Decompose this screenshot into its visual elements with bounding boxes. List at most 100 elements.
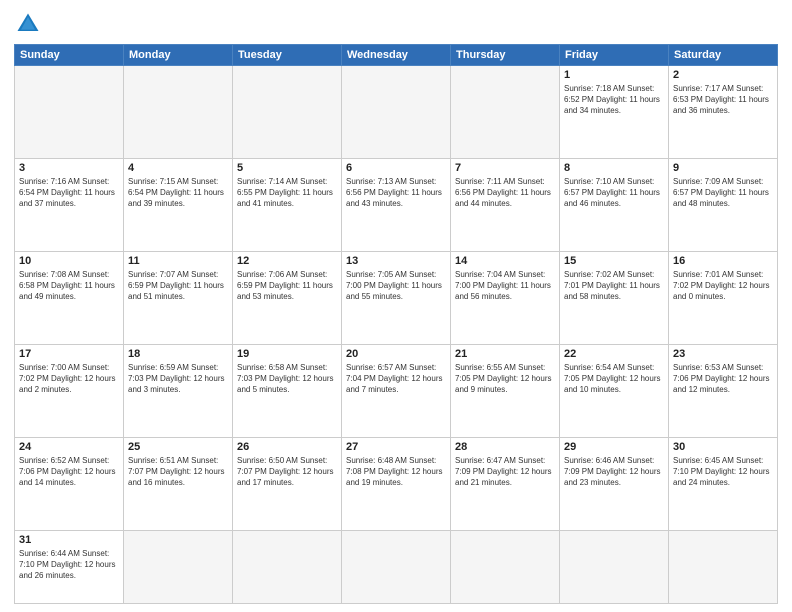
day-info: Sunrise: 6:50 AM Sunset: 7:07 PM Dayligh… — [237, 455, 337, 489]
day-info: Sunrise: 7:09 AM Sunset: 6:57 PM Dayligh… — [673, 176, 773, 210]
day-number: 6 — [346, 162, 446, 174]
day-number: 13 — [346, 255, 446, 267]
day-number: 4 — [128, 162, 228, 174]
calendar-cell: 21 Sunrise: 6:55 AM Sunset: 7:05 PM Dayli… — [451, 344, 560, 437]
weekday-header: Thursday — [451, 45, 560, 66]
day-info: Sunrise: 7:06 AM Sunset: 6:59 PM Dayligh… — [237, 269, 337, 303]
top-section — [14, 10, 778, 38]
calendar-cell: 2Sunrise: 7:17 AM Sunset: 6:53 PM Daylig… — [669, 66, 778, 159]
calendar-cell — [15, 66, 124, 159]
calendar-cell: 25 Sunrise: 6:51 AM Sunset: 7:07 PM Dayli… — [124, 437, 233, 530]
day-info: Sunrise: 6:54 AM Sunset: 7:05 PM Dayligh… — [564, 362, 664, 396]
day-info: Sunrise: 6:58 AM Sunset: 7:03 PM Dayligh… — [237, 362, 337, 396]
weekday-header: Saturday — [669, 45, 778, 66]
day-info: Sunrise: 6:47 AM Sunset: 7:09 PM Dayligh… — [455, 455, 555, 489]
day-number: 26 — [237, 441, 337, 453]
calendar-cell: 15Sunrise: 7:02 AM Sunset: 7:01 PM Dayli… — [560, 251, 669, 344]
day-info: Sunrise: 6:52 AM Sunset: 7:06 PM Dayligh… — [19, 455, 119, 489]
calendar-week-row: 1Sunrise: 7:18 AM Sunset: 6:52 PM Daylig… — [15, 66, 778, 159]
day-number: 21 — [455, 348, 555, 360]
day-info: Sunrise: 6:51 AM Sunset: 7:07 PM Dayligh… — [128, 455, 228, 489]
calendar-cell: 17 Sunrise: 7:00 AM Sunset: 7:02 PM Dayli… — [15, 344, 124, 437]
day-info: Sunrise: 7:16 AM Sunset: 6:54 PM Dayligh… — [19, 176, 119, 210]
calendar-cell: 26 Sunrise: 6:50 AM Sunset: 7:07 PM Dayli… — [233, 437, 342, 530]
logo — [14, 10, 46, 38]
calendar-cell: 12 Sunrise: 7:06 AM Sunset: 6:59 PM Dayli… — [233, 251, 342, 344]
day-info: Sunrise: 7:13 AM Sunset: 6:56 PM Dayligh… — [346, 176, 446, 210]
day-info: Sunrise: 6:44 AM Sunset: 7:10 PM Dayligh… — [19, 548, 119, 582]
calendar-cell — [342, 530, 451, 603]
day-number: 27 — [346, 441, 446, 453]
calendar-week-row: 31 Sunrise: 6:44 AM Sunset: 7:10 PM Dayli… — [15, 530, 778, 603]
day-info: Sunrise: 7:08 AM Sunset: 6:58 PM Dayligh… — [19, 269, 119, 303]
day-info: Sunrise: 6:46 AM Sunset: 7:09 PM Dayligh… — [564, 455, 664, 489]
day-info: Sunrise: 7:10 AM Sunset: 6:57 PM Dayligh… — [564, 176, 664, 210]
calendar-cell: 20Sunrise: 6:57 AM Sunset: 7:04 PM Dayli… — [342, 344, 451, 437]
calendar-cell — [124, 66, 233, 159]
day-number: 22 — [564, 348, 664, 360]
day-info: Sunrise: 6:55 AM Sunset: 7:05 PM Dayligh… — [455, 362, 555, 396]
day-info: Sunrise: 7:00 AM Sunset: 7:02 PM Dayligh… — [19, 362, 119, 396]
calendar-cell — [451, 530, 560, 603]
calendar-cell: 16Sunrise: 7:01 AM Sunset: 7:02 PM Dayli… — [669, 251, 778, 344]
day-number: 17 — [19, 348, 119, 360]
calendar-cell: 22 Sunrise: 6:54 AM Sunset: 7:05 PM Dayli… — [560, 344, 669, 437]
calendar-cell: 18 Sunrise: 6:59 AM Sunset: 7:03 PM Dayli… — [124, 344, 233, 437]
calendar-cell: 3Sunrise: 7:16 AM Sunset: 6:54 PM Daylig… — [15, 158, 124, 251]
weekday-header: Tuesday — [233, 45, 342, 66]
day-number: 23 — [673, 348, 773, 360]
day-number: 11 — [128, 255, 228, 267]
calendar-cell: 13Sunrise: 7:05 AM Sunset: 7:00 PM Dayli… — [342, 251, 451, 344]
calendar-cell — [342, 66, 451, 159]
day-number: 20 — [346, 348, 446, 360]
day-info: Sunrise: 7:14 AM Sunset: 6:55 PM Dayligh… — [237, 176, 337, 210]
day-info: Sunrise: 6:59 AM Sunset: 7:03 PM Dayligh… — [128, 362, 228, 396]
day-number: 8 — [564, 162, 664, 174]
calendar-cell — [233, 66, 342, 159]
calendar-week-row: 17 Sunrise: 7:00 AM Sunset: 7:02 PM Dayli… — [15, 344, 778, 437]
weekday-header: Wednesday — [342, 45, 451, 66]
calendar-cell: 27 Sunrise: 6:48 AM Sunset: 7:08 PM Dayli… — [342, 437, 451, 530]
day-info: Sunrise: 7:11 AM Sunset: 6:56 PM Dayligh… — [455, 176, 555, 210]
calendar-cell: 5 Sunrise: 7:14 AM Sunset: 6:55 PM Daylig… — [233, 158, 342, 251]
calendar-cell: 6 Sunrise: 7:13 AM Sunset: 6:56 PM Daylig… — [342, 158, 451, 251]
calendar-cell — [560, 530, 669, 603]
day-number: 18 — [128, 348, 228, 360]
page: SundayMondayTuesdayWednesdayThursdayFrid… — [0, 0, 792, 612]
calendar-cell: 19 Sunrise: 6:58 AM Sunset: 7:03 PM Dayli… — [233, 344, 342, 437]
day-number: 10 — [19, 255, 119, 267]
calendar: SundayMondayTuesdayWednesdayThursdayFrid… — [14, 44, 778, 604]
day-info: Sunrise: 6:53 AM Sunset: 7:06 PM Dayligh… — [673, 362, 773, 396]
calendar-cell — [669, 530, 778, 603]
day-info: Sunrise: 7:01 AM Sunset: 7:02 PM Dayligh… — [673, 269, 773, 303]
day-number: 5 — [237, 162, 337, 174]
calendar-cell: 10 Sunrise: 7:08 AM Sunset: 6:58 PM Dayli… — [15, 251, 124, 344]
day-number: 25 — [128, 441, 228, 453]
calendar-cell: 24 Sunrise: 6:52 AM Sunset: 7:06 PM Dayli… — [15, 437, 124, 530]
calendar-cell: 30Sunrise: 6:45 AM Sunset: 7:10 PM Dayli… — [669, 437, 778, 530]
day-number: 24 — [19, 441, 119, 453]
calendar-cell — [233, 530, 342, 603]
calendar-cell: 28 Sunrise: 6:47 AM Sunset: 7:09 PM Dayli… — [451, 437, 560, 530]
day-info: Sunrise: 6:48 AM Sunset: 7:08 PM Dayligh… — [346, 455, 446, 489]
day-info: Sunrise: 7:07 AM Sunset: 6:59 PM Dayligh… — [128, 269, 228, 303]
day-number: 30 — [673, 441, 773, 453]
day-number: 2 — [673, 69, 773, 81]
weekday-header: Friday — [560, 45, 669, 66]
calendar-week-row: 10 Sunrise: 7:08 AM Sunset: 6:58 PM Dayli… — [15, 251, 778, 344]
day-number: 1 — [564, 69, 664, 81]
day-number: 28 — [455, 441, 555, 453]
calendar-cell: 23 Sunrise: 6:53 AM Sunset: 7:06 PM Dayli… — [669, 344, 778, 437]
day-info: Sunrise: 7:02 AM Sunset: 7:01 PM Dayligh… — [564, 269, 664, 303]
weekday-header-row: SundayMondayTuesdayWednesdayThursdayFrid… — [15, 45, 778, 66]
calendar-cell: 14 Sunrise: 7:04 AM Sunset: 7:00 PM Dayli… — [451, 251, 560, 344]
day-number: 31 — [19, 534, 119, 546]
day-number: 29 — [564, 441, 664, 453]
calendar-cell: 9Sunrise: 7:09 AM Sunset: 6:57 PM Daylig… — [669, 158, 778, 251]
day-info: Sunrise: 7:04 AM Sunset: 7:00 PM Dayligh… — [455, 269, 555, 303]
day-number: 12 — [237, 255, 337, 267]
day-number: 19 — [237, 348, 337, 360]
day-number: 14 — [455, 255, 555, 267]
day-number: 7 — [455, 162, 555, 174]
calendar-cell — [451, 66, 560, 159]
